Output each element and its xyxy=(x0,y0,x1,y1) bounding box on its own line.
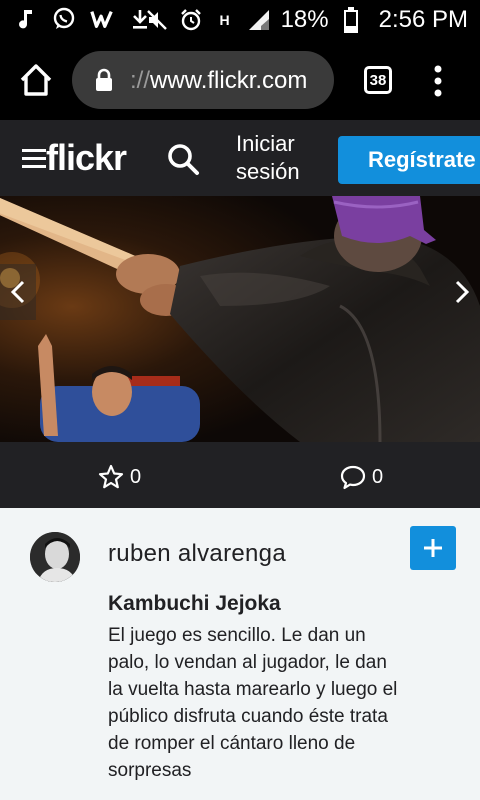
menu-button[interactable] xyxy=(22,148,46,168)
comment-icon xyxy=(340,465,366,490)
music-note-icon xyxy=(14,7,38,31)
flickr-logo[interactable]: flickr xyxy=(46,137,127,179)
comments-button[interactable]: 0 xyxy=(340,464,383,490)
network-type-icon: H xyxy=(219,12,230,28)
signal-icon xyxy=(247,7,271,33)
address-bar[interactable]: ://www.flickr.com xyxy=(72,51,334,109)
author-name[interactable]: ruben alvarenga xyxy=(108,540,286,568)
main-photo xyxy=(0,196,480,442)
search-icon xyxy=(168,144,199,175)
photo-stats-bar: 0 0 xyxy=(0,442,480,508)
favorite-button[interactable]: 0 xyxy=(98,464,141,490)
previous-photo-button[interactable] xyxy=(0,264,36,320)
battery-icon xyxy=(339,7,363,33)
alarm-icon xyxy=(179,7,203,33)
login-link[interactable]: Iniciar sesión xyxy=(236,130,316,186)
photo-info-panel: ruben alvarenga Kambuchi Jejoka El juego… xyxy=(0,508,480,800)
signup-button[interactable]: Regístrate xyxy=(338,136,480,184)
search-button[interactable] xyxy=(166,142,200,176)
photo-description: El juego es sencillo. Le dan un palo, lo… xyxy=(108,625,398,781)
clock: 2:56 PM xyxy=(378,6,468,33)
chevron-right-icon xyxy=(455,280,470,304)
w-app-icon xyxy=(90,7,114,31)
tab-switcher-button[interactable]: 38 xyxy=(364,66,392,94)
home-button[interactable] xyxy=(18,62,54,98)
plus-icon xyxy=(424,539,442,557)
hamburger-icon xyxy=(22,149,46,168)
chevron-left-icon xyxy=(10,280,25,304)
photo-title: Kambuchi Jejoka xyxy=(108,592,281,615)
avatar-image xyxy=(30,532,80,582)
lock-icon xyxy=(96,68,112,91)
photo-viewer[interactable] xyxy=(0,196,480,442)
star-icon xyxy=(98,464,124,489)
favorites-count: 0 xyxy=(130,465,142,488)
comments-count: 0 xyxy=(372,465,384,488)
author-avatar[interactable] xyxy=(30,532,80,582)
follow-button[interactable] xyxy=(410,526,456,570)
battery-percent: 18% xyxy=(280,6,329,33)
whatsapp-icon xyxy=(52,7,76,31)
site-header: flickr Iniciar sesión Regístrate xyxy=(0,120,480,196)
status-bar: H 18% 2:56 PM xyxy=(0,0,480,40)
browser-toolbar: ://www.flickr.com 38 xyxy=(0,40,480,120)
next-photo-button[interactable] xyxy=(444,264,480,320)
more-vert-icon xyxy=(434,65,442,97)
mute-icon xyxy=(145,7,169,33)
overflow-menu-button[interactable] xyxy=(428,64,448,98)
home-icon xyxy=(20,64,52,96)
url-text: ://www.flickr.com xyxy=(130,67,308,94)
